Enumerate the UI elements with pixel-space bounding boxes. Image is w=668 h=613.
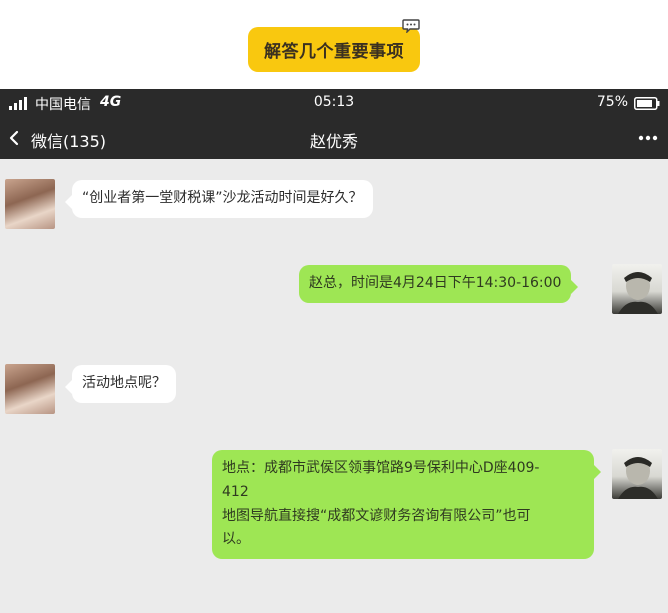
message-text-line: 地图导航直接搜“成都文谚财务咨询有限公司”也可 [222,507,531,524]
message-text: 赵总，时间是4月24日下午14:30-16:00 [309,275,562,291]
chat-title: 赵优秀 [309,132,358,151]
self-avatar-photo [618,457,658,499]
message-text-line: 地点：成都市武侯区领事馆路9号保利中心D座409- [222,460,540,476]
chat-bubble-icon [402,19,420,33]
top-banner: 解答几个重要事项 [0,0,668,89]
message-text-line: 412 [222,483,249,500]
message-bubble-received[interactable]: 活动地点呢？ [65,365,176,403]
status-bar: 中国电信 4G 05:13 75% [0,89,668,117]
self-avatar[interactable] [612,264,662,314]
message-list[interactable]: “创业者第一堂财税课”沙龙活动时间是好久？ 赵总，时间是4月24日下午14:30… [0,159,668,613]
chat-header: 微信(135) 赵优秀 [0,117,668,159]
contact-avatar[interactable] [5,364,55,414]
banner-title: 解答几个重要事项 [248,27,420,72]
message-bubble-received[interactable]: “创业者第一堂财税课”沙龙活动时间是好久？ [65,180,373,218]
contact-avatar[interactable] [5,179,55,229]
status-time: 05:13 [313,94,355,110]
battery-percentage: 75% [596,94,628,110]
self-avatar-photo [618,272,658,314]
more-options-icon[interactable] [638,135,658,141]
battery-icon [634,97,660,110]
message-text: “创业者第一堂财税课”沙龙活动时间是好久？ [82,190,363,206]
message-bubble-sent[interactable]: 地点：成都市武侯区领事馆路9号保利中心D座409- 412 地图导航直接搜“成都… [212,450,601,560]
message-bubble-sent[interactable]: 赵总，时间是4月24日下午14:30-16:00 [299,265,579,303]
message-text-line: 以。 [222,531,250,548]
message-text: 活动地点呢？ [82,375,166,391]
self-avatar[interactable] [612,449,662,499]
